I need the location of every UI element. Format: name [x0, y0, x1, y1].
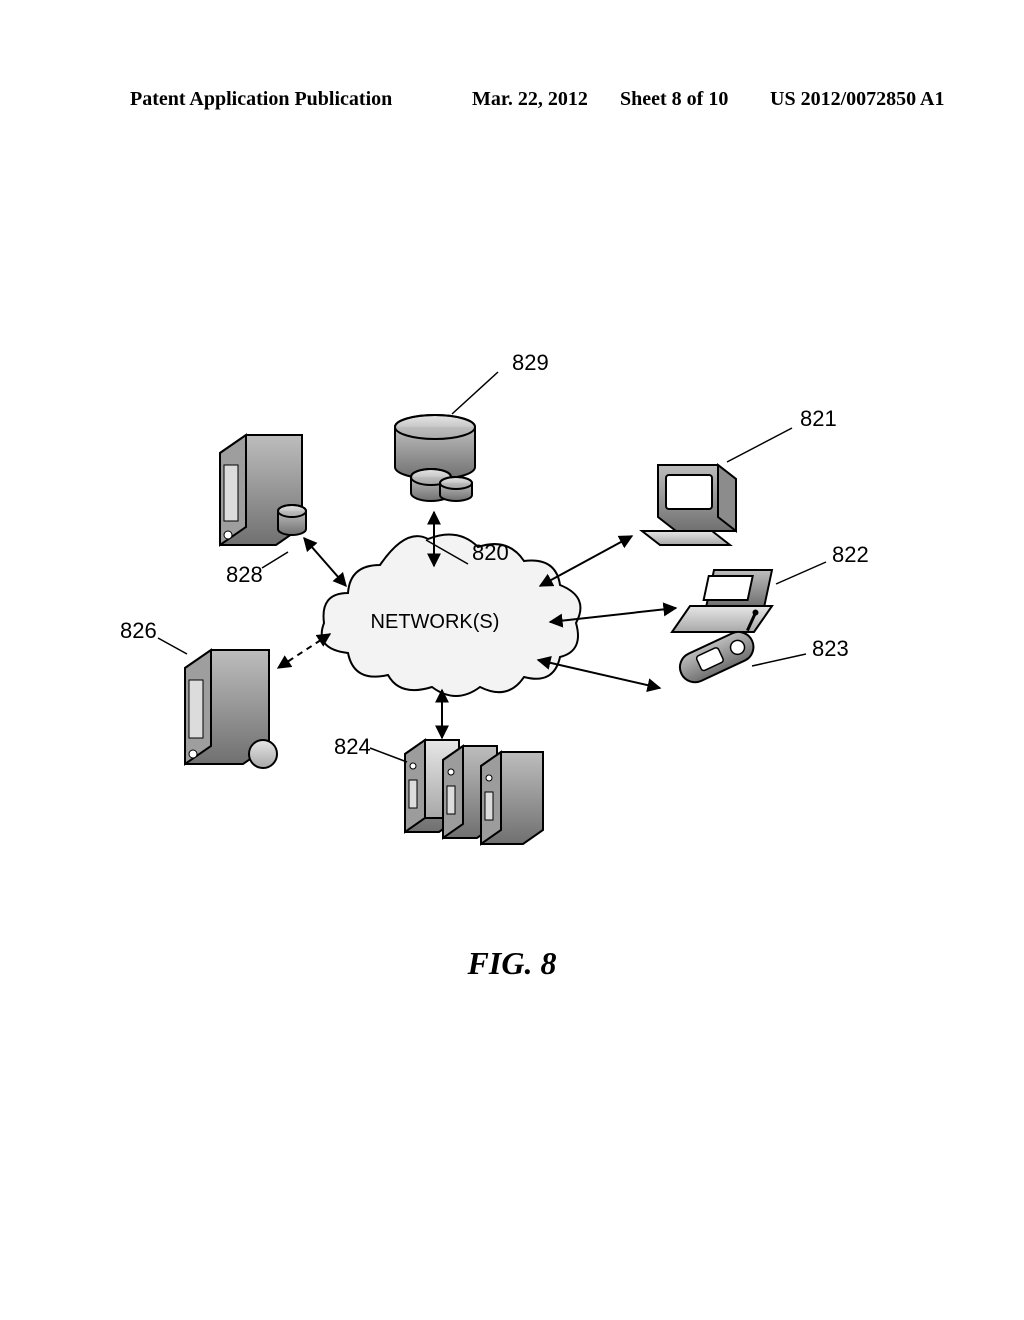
database-icon — [395, 415, 475, 501]
callout-828: 828 — [226, 562, 263, 587]
callout-826: 826 — [120, 618, 157, 643]
header-sheet: Sheet 8 of 10 — [620, 88, 728, 111]
link-cloud-828 — [304, 538, 346, 586]
leader-822 — [776, 562, 826, 584]
leader-826 — [158, 638, 187, 654]
leader-823 — [752, 654, 806, 666]
figure-caption: FIG. 8 — [0, 945, 1024, 982]
callout-822: 822 — [832, 542, 869, 567]
link-cloud-821 — [540, 536, 632, 586]
desktop-icon — [642, 465, 736, 545]
header-pub-number: US 2012/0072850 A1 — [770, 88, 944, 111]
link-cloud-823 — [538, 660, 660, 688]
header-date: Mar. 22, 2012 — [472, 88, 588, 111]
server-tower-top-icon — [220, 435, 306, 545]
leader-824 — [370, 748, 407, 762]
header-pub-type: Patent Application Publication — [130, 88, 392, 111]
leader-828 — [262, 552, 288, 568]
figure-8: NETWORK(S) — [120, 330, 890, 870]
leader-821 — [727, 428, 792, 462]
callout-821: 821 — [800, 406, 837, 431]
leader-829 — [452, 372, 498, 414]
laptop-icon — [672, 570, 772, 632]
network-label: NETWORK(S) — [371, 611, 500, 633]
callout-824: 824 — [334, 734, 371, 759]
callout-823: 823 — [812, 636, 849, 661]
callout-829: 829 — [512, 350, 549, 375]
server-tower-bottom-icon — [185, 650, 277, 768]
server-rack-icon — [405, 740, 543, 844]
callout-820: 820 — [472, 540, 509, 565]
